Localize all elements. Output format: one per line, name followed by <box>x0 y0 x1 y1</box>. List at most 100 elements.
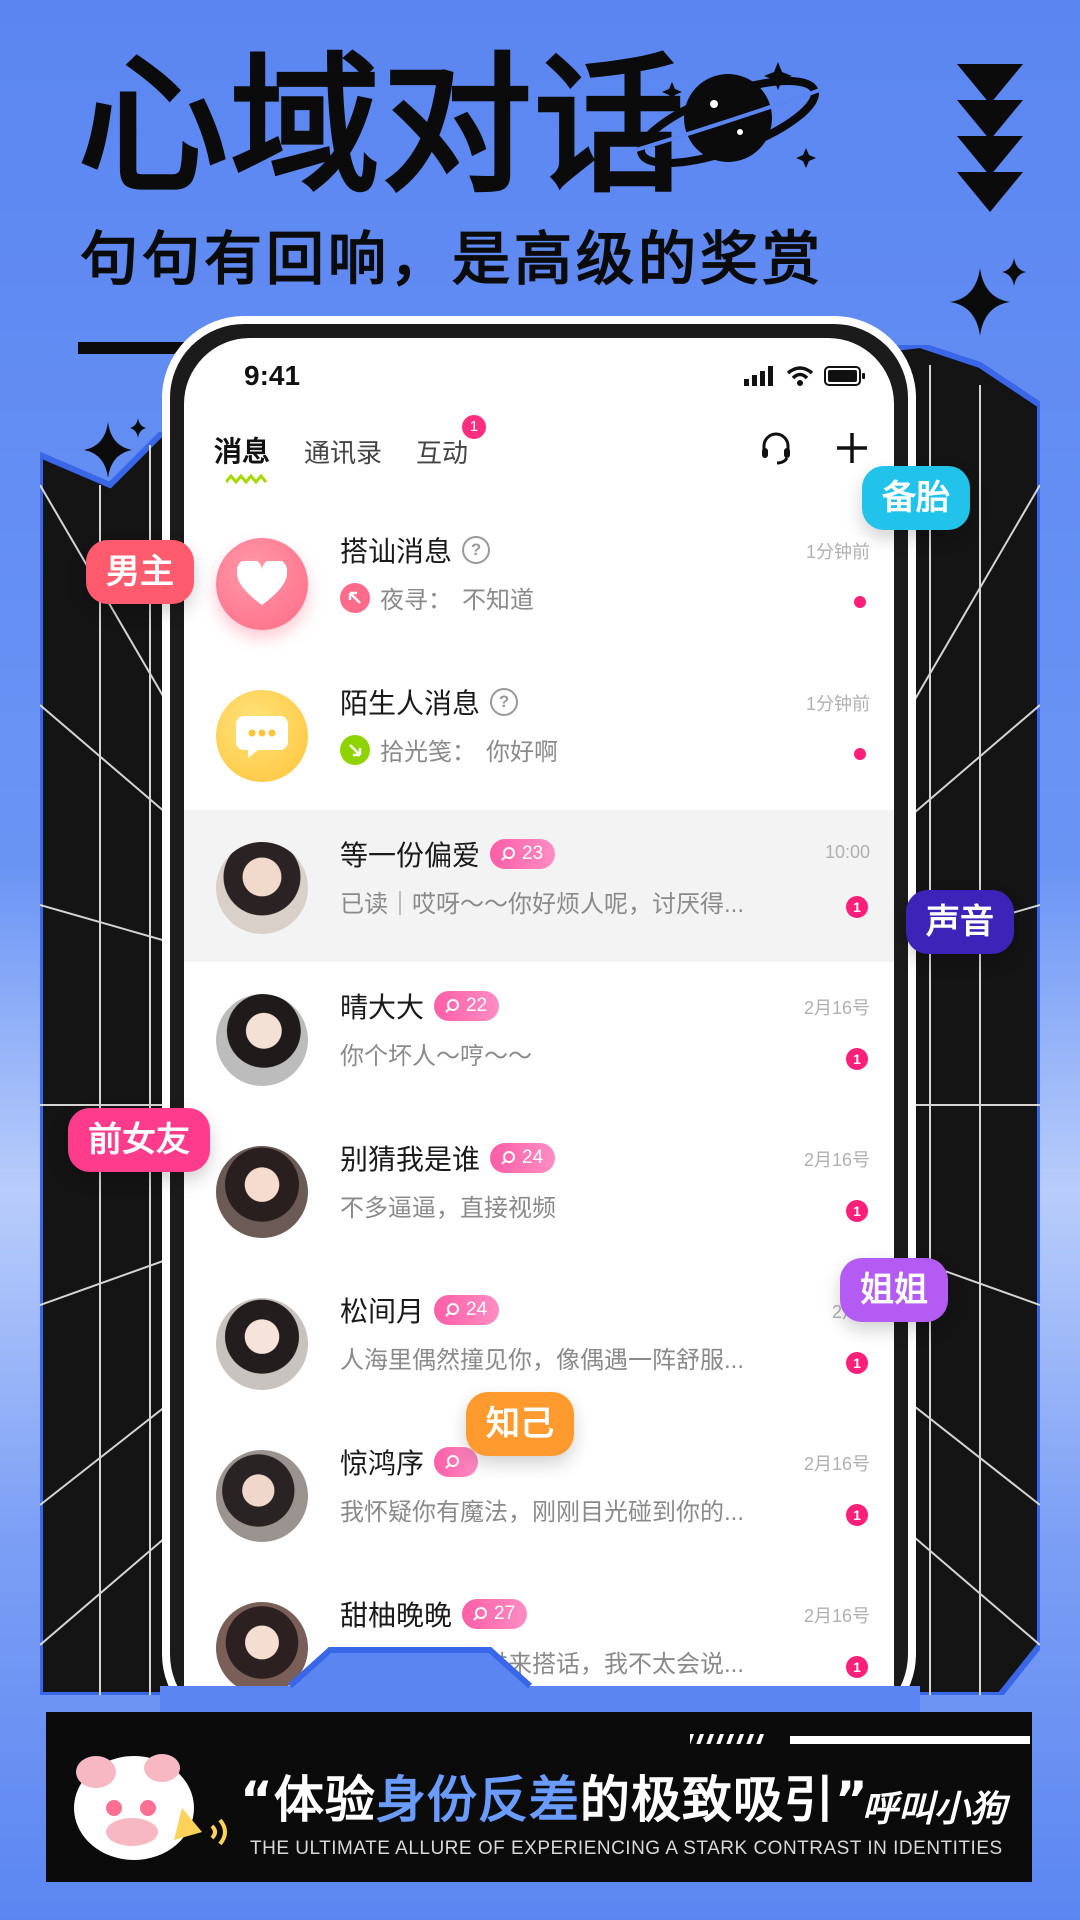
avatar <box>216 994 308 1086</box>
list-item[interactable]: 晴大大 22 你个坏人～哼～～ 2月16号 1 <box>184 962 894 1114</box>
tab-messages[interactable]: 消息 <box>214 430 271 484</box>
avatar <box>216 1298 308 1390</box>
conversation-list: 搭讪消息? 夜寻： 不知道 1分钟前 陌生人消息? 拾光笺： 你好啊 1分钟前 等一 <box>184 506 894 1688</box>
preview-sender: 夜寻： <box>380 587 452 614</box>
tag-jiejie: 姐姐 <box>840 1258 948 1322</box>
unread-badge: 1 <box>846 1504 868 1526</box>
phone-screen: 9:41 消息 通讯录 互动 1 搭讪消息? 夜寻： 不知道 1分钟前 陌生人消… <box>184 338 894 1688</box>
page-subtitle: 句句有回响，是高级的奖赏 <box>80 225 825 293</box>
plus-icon[interactable] <box>834 430 870 466</box>
unread-badge: 1 <box>846 1352 868 1374</box>
contact-name: 等一份偏爱 <box>340 840 481 871</box>
unread-badge: 1 <box>846 1200 868 1222</box>
level-icon <box>501 1151 516 1165</box>
headset-icon[interactable] <box>758 430 794 466</box>
message-preview: 我怀疑你有魔法，刚刚目光碰到你的... <box>340 1499 745 1526</box>
unread-dot <box>854 748 866 760</box>
tag-qiannvyou: 前女友 <box>68 1108 210 1172</box>
tag-beitai: 备胎 <box>862 466 970 530</box>
level-value: 23 <box>522 843 544 864</box>
level-value: 24 <box>522 1147 544 1168</box>
planet-icon <box>635 62 821 168</box>
preview-sender: 拾光笺： <box>380 739 476 766</box>
message-time: 2月16号 <box>803 1454 870 1474</box>
contact-name: 搭讪消息 <box>340 536 453 567</box>
message-preview: 你好啊 <box>486 739 558 766</box>
heart-avatar-icon <box>216 538 308 630</box>
unread-badge: 1 <box>846 896 868 918</box>
tag-nanzhu: 男主 <box>86 540 194 604</box>
message-preview: 已读｜哎呀～～你好烦人呢，讨厌得... <box>340 891 745 918</box>
avatar <box>216 1146 308 1238</box>
tab-interactions-label: 互动 <box>416 438 469 468</box>
arrow-up-left-icon <box>340 582 370 613</box>
level-badge: 22 <box>434 991 500 1021</box>
tab-contacts[interactable]: 通讯录 <box>304 433 382 470</box>
message-time: 10:00 <box>824 842 870 862</box>
message-time: 2月16号 <box>803 1606 870 1626</box>
help-icon[interactable]: ? <box>490 688 519 716</box>
sparkle-icon <box>950 258 1026 336</box>
active-indicator <box>226 474 268 484</box>
message-preview: 你个坏人～哼～～ <box>340 1043 532 1070</box>
status-bar: 9:41 <box>184 360 894 400</box>
brand-logo: 呼叫小狗 <box>862 1789 1007 1830</box>
battery-icon <box>824 366 865 386</box>
tab-bar: 消息 通讯录 互动 1 <box>214 415 487 484</box>
signal-icon <box>744 366 773 386</box>
level-icon <box>445 999 460 1013</box>
level-badge: 27 <box>462 1599 528 1629</box>
wifi-icon <box>786 366 814 386</box>
unread-badge: 1 <box>846 1048 868 1070</box>
contact-name: 别猜我是谁 <box>340 1144 481 1175</box>
status-time: 9:41 <box>244 360 301 391</box>
banner-quote: “体验身份反差的极致吸引” <box>240 1760 869 1832</box>
level-value: 27 <box>494 1603 516 1624</box>
level-value: 22 <box>466 995 488 1016</box>
level-value: 24 <box>466 1299 488 1320</box>
contact-name: 惊鸿序 <box>340 1448 425 1479</box>
level-badge: 24 <box>490 1143 556 1173</box>
contact-name: 甜柚晚晚 <box>340 1600 453 1631</box>
list-item[interactable]: 等一份偏爱 23 已读｜哎呀～～你好烦人呢，讨厌得... 10:00 1 <box>184 810 894 962</box>
contact-name: 松间月 <box>340 1296 425 1327</box>
list-item[interactable]: 陌生人消息? 拾光笺： 你好啊 1分钟前 <box>184 658 894 810</box>
stripe-decoration <box>690 1734 1030 1744</box>
contact-name: 晴大大 <box>340 992 425 1023</box>
level-icon <box>445 1455 460 1469</box>
unread-dot <box>854 596 866 608</box>
level-icon <box>445 1303 460 1317</box>
avatar <box>216 1450 308 1542</box>
tab-interactions[interactable]: 互动 1 <box>416 415 487 470</box>
tab-messages-label: 消息 <box>214 436 271 467</box>
banner-english: THE ULTIMATE ALLURE OF EXPERIENCING A ST… <box>250 1838 1003 1859</box>
page-title: 心域对话 <box>78 40 687 214</box>
quote-close: 的极致吸引” <box>579 1771 869 1829</box>
tag-zhiji: 知己 <box>466 1392 574 1456</box>
avatar <box>216 842 308 934</box>
chevron-down-icon <box>957 64 1023 212</box>
chat-bubble-avatar-icon <box>216 690 308 782</box>
quote-highlight: 身份反差 <box>375 1771 580 1829</box>
arrow-down-right-icon <box>340 734 370 765</box>
tab-contacts-label: 通讯录 <box>304 438 383 468</box>
tab-badge: 1 <box>462 415 487 439</box>
contact-name: 陌生人消息 <box>340 688 481 719</box>
message-time: 1分钟前 <box>805 694 870 714</box>
puppy-mascot-icon <box>74 1754 227 1860</box>
message-time: 2月16号 <box>803 998 870 1018</box>
message-preview: 人海里偶然撞见你，像偶遇一阵舒服... <box>340 1347 745 1374</box>
message-preview: 不多逼逼，直接视频 <box>340 1195 556 1222</box>
level-badge <box>434 1447 479 1477</box>
help-icon[interactable]: ? <box>462 536 491 564</box>
message-time: 1分钟前 <box>805 542 870 562</box>
list-item[interactable]: 别猜我是谁 24 不多逼逼，直接视频 2月16号 1 <box>184 1114 894 1266</box>
tag-shengyin: 声音 <box>906 890 1014 954</box>
level-badge: 24 <box>434 1295 500 1325</box>
message-time: 2月16号 <box>803 1150 870 1170</box>
level-badge: 23 <box>490 839 556 869</box>
message-preview: 不知道 <box>462 587 534 614</box>
quote-open: “体验 <box>240 1771 376 1829</box>
list-item[interactable]: 搭讪消息? 夜寻： 不知道 1分钟前 <box>184 506 894 658</box>
level-icon <box>473 1607 488 1621</box>
